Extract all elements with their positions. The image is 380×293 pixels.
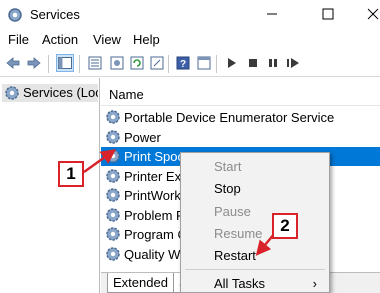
menu-item-label: Start [214,159,242,174]
restart-icon[interactable] [284,54,302,72]
menu-file[interactable]: File [8,32,29,47]
gear-icon [105,109,121,127]
service-name: Problem R [124,207,186,223]
services-app-icon [7,7,23,23]
column-header-name[interactable]: Name [101,78,380,106]
title-bar: Services [0,0,380,30]
close-icon [367,8,379,23]
svg-text:?: ? [180,59,186,70]
gear-icon [105,168,121,186]
help-icon[interactable]: ? [174,54,192,72]
menu-action[interactable]: Action [42,32,78,47]
callout-1: 1 [58,161,84,187]
console-tree-icon[interactable] [56,54,74,72]
menu-item-label: All Tasks [214,276,266,291]
gear-icon [105,246,121,264]
gear-icon [105,148,121,166]
context-menu: Start Stop Pause Resume Restart All Task… [180,152,330,293]
gear-icon [105,187,121,205]
window-title: Services [30,7,80,22]
back-icon[interactable] [4,54,22,72]
menu-item-label: Stop [214,181,241,196]
service-name: Portable Device Enumerator Service [124,110,335,125]
console-icon[interactable] [195,54,213,72]
console-tree: Services (Loca [0,78,100,293]
maximize-icon [322,8,334,23]
service-name: Print Spoo [124,149,185,164]
play-icon[interactable] [222,54,240,72]
close-button[interactable] [350,0,380,30]
toolbar-separator [168,55,169,73]
menu-item-resume[interactable]: Resume [181,223,329,243]
service-name: Printer Ext [124,168,185,184]
menu-item-label: Pause [214,204,251,219]
toolbar: ? [0,51,380,77]
menu-view[interactable]: View [93,32,121,47]
gear-icon[interactable] [108,54,126,72]
refresh-icon[interactable] [128,54,146,72]
service-name: Program C [124,227,187,242]
menu-item-pause[interactable]: Pause [181,201,329,221]
gear-icon [4,85,20,102]
minimize-button[interactable] [249,0,295,30]
service-name: Power [124,129,161,145]
submenu-arrow-icon: › [312,276,317,291]
export-icon[interactable] [148,54,166,72]
callout-2: 2 [272,213,298,239]
menu-item-restart[interactable]: Restart [181,245,329,265]
menu-item-start[interactable]: Start [181,156,329,176]
minimize-icon [266,8,278,23]
menu-item-all-tasks[interactable]: All Tasks › [181,273,329,293]
forward-icon[interactable] [25,54,43,72]
service-row[interactable]: Portable Device Enumerator Service [101,108,380,127]
menu-item-stop[interactable]: Stop [181,178,329,198]
service-name: Quality Wi [124,246,184,262]
tree-item-services-local[interactable]: Services (Loca [2,84,98,102]
pause-icon[interactable] [264,54,282,72]
tab-extended[interactable]: Extended [107,273,174,293]
stop-icon[interactable] [244,54,262,72]
tree-item-label: Services (Loca [23,85,98,100]
toolbar-separator [79,55,80,73]
gear-icon [105,129,121,147]
menu-bar: File Action View Help [0,30,380,50]
menu-separator [185,269,325,270]
gear-icon [105,226,121,244]
service-name: PrintWork [124,188,181,203]
gear-icon [105,207,121,225]
properties-icon[interactable] [86,54,104,72]
maximize-button[interactable] [305,0,351,30]
toolbar-separator [48,55,49,73]
toolbar-separator [216,55,217,73]
menu-item-label: Restart [214,248,256,263]
menu-item-label: Resume [214,226,263,241]
menu-help[interactable]: Help [133,32,160,47]
service-row[interactable]: Power [101,128,380,147]
column-header-label: Name [109,87,144,102]
